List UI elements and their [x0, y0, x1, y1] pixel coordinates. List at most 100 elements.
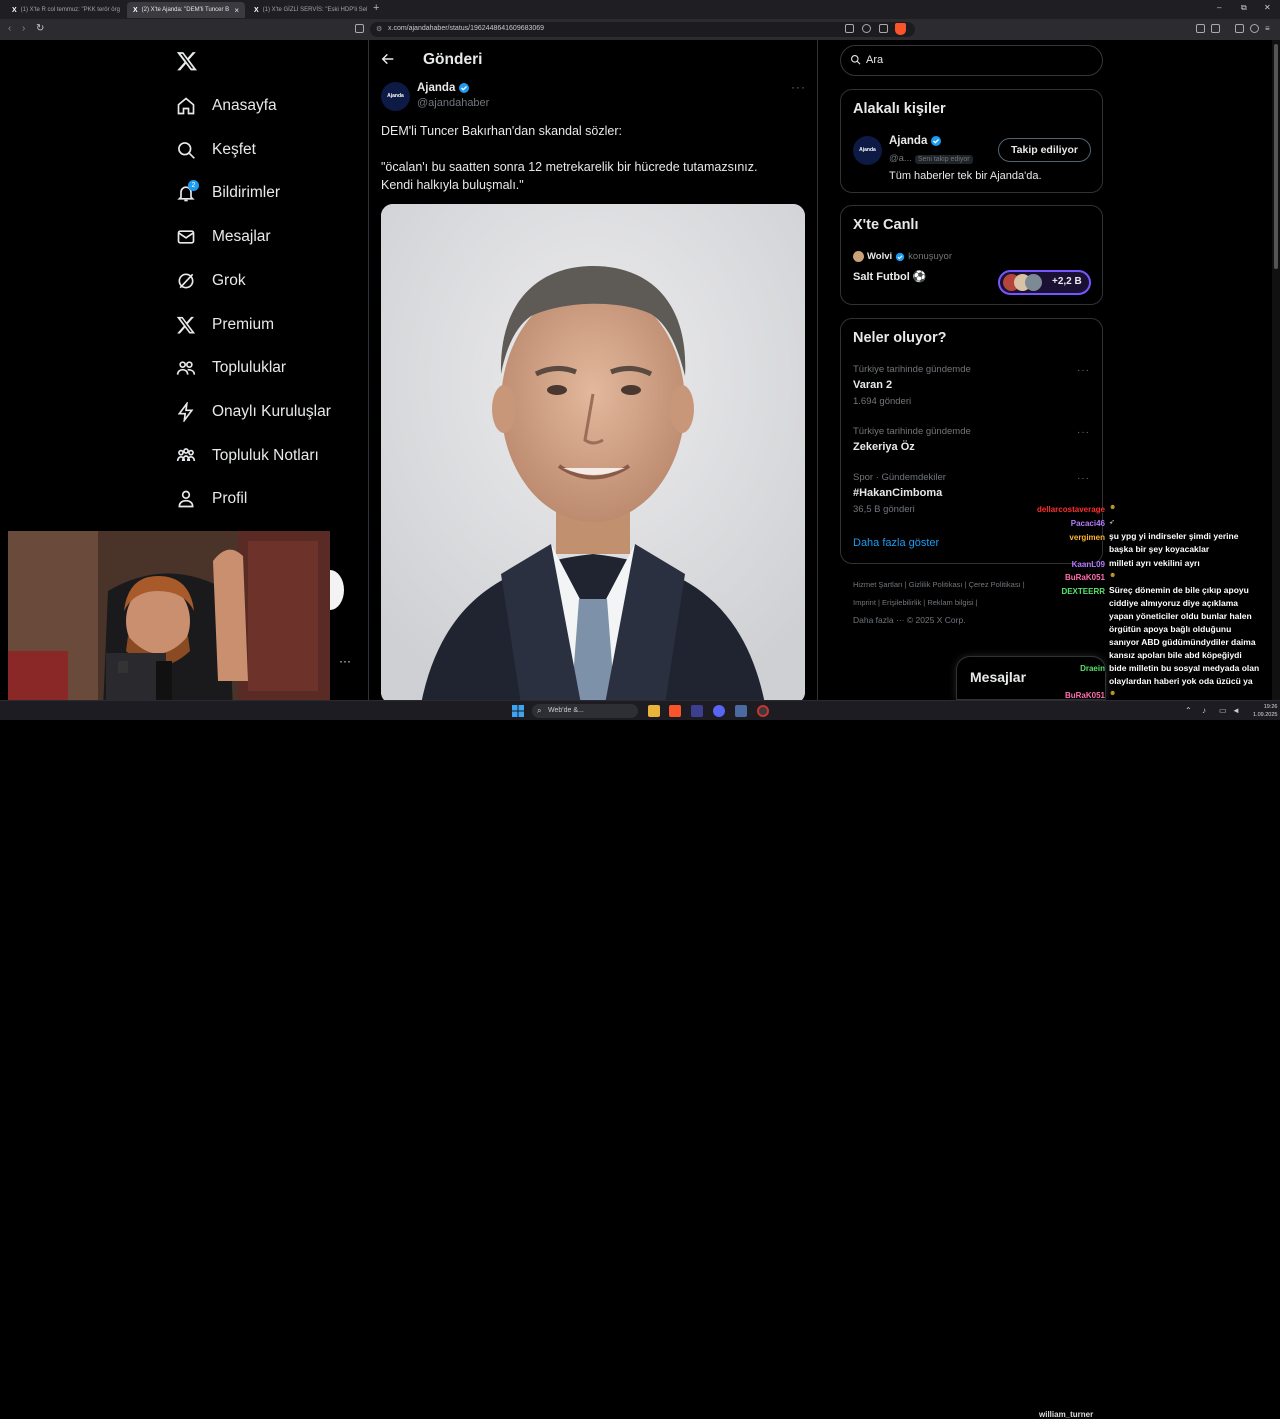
sidebar-item-profile[interactable]: Profil — [176, 485, 247, 513]
live-host[interactable]: Wolvi konuşuyor — [853, 251, 952, 262]
file-explorer-icon[interactable] — [648, 705, 660, 717]
trend-more-icon[interactable]: ··· — [1077, 473, 1090, 484]
sidebar-item-grok[interactable]: Grok — [176, 267, 246, 295]
maximize-button[interactable]: ⧉ — [1241, 3, 1247, 13]
search-icon — [176, 140, 196, 160]
search-input[interactable]: Ara — [866, 54, 883, 66]
chat-message: yapan yöneticiler oldu bunlar halen — [1109, 611, 1252, 621]
show-more-link[interactable]: Daha fazla göster — [853, 537, 939, 549]
back-nav-icon[interactable]: ‹ — [8, 23, 11, 34]
trend-name[interactable]: #HakanCimboma — [853, 487, 942, 499]
steam-icon[interactable] — [735, 705, 747, 717]
follows-you-badge: Seni takip ediyor — [914, 155, 973, 164]
search-box[interactable]: Ara — [840, 45, 1103, 76]
sidebar-item-verified-orgs[interactable]: Onaylı Kuruluşlar — [176, 398, 331, 426]
back-arrow-icon[interactable] — [380, 51, 396, 67]
divider — [817, 40, 818, 700]
related-name[interactable]: Ajanda — [889, 135, 942, 147]
footer-links[interactable]: Imprint | Erişilebilirlik | Reklam bilgi… — [853, 598, 978, 607]
extensions-icon[interactable] — [1196, 24, 1205, 33]
search-icon: ⌕ — [537, 706, 542, 715]
browser-tab[interactable]: X (1) X'te R col temmuz: "PKK terör örg — [6, 2, 126, 18]
trend-more-icon[interactable]: ··· — [1077, 427, 1090, 438]
account-more-icon[interactable]: ··· — [339, 654, 351, 668]
close-tab-icon[interactable]: × — [234, 6, 239, 15]
post-image[interactable] — [381, 204, 805, 704]
browser-tab-active[interactable]: X (2) X'te Ajanda: "DEM'li Tuncer B × — [127, 2, 245, 18]
volume-icon[interactable]: ◄ — [1232, 706, 1240, 715]
microphone-icon[interactable]: ♪ — [1202, 706, 1206, 715]
chat-message: Süreç dönemin de bile çıkıp apoyu — [1109, 585, 1249, 595]
chat-message: bide milletin bu sosyal medyada olan — [1109, 663, 1260, 673]
x-logo-icon[interactable] — [176, 50, 198, 72]
author-name[interactable]: Ajanda — [417, 82, 470, 94]
obs-icon[interactable] — [757, 705, 769, 717]
sidebar-item-explore[interactable]: Keşfet — [176, 136, 256, 164]
trends-card: Neler oluyor? Türkiye tarihinde gündemde… — [840, 318, 1103, 564]
chat-username: BuRaK051 — [1064, 691, 1105, 700]
live-join-button[interactable]: +2,2 B — [998, 270, 1091, 295]
scrollbar-thumb[interactable] — [1274, 44, 1278, 269]
chat-message: ciddiye almıyoruz diye açıklama — [1109, 598, 1238, 608]
close-window-button[interactable]: ✕ — [1264, 3, 1271, 12]
verified-badge-icon — [458, 82, 470, 94]
brave-browser-icon[interactable] — [669, 705, 681, 717]
related-handle: @a... Seni takip ediyor — [889, 153, 973, 164]
wallet-icon[interactable] — [1211, 24, 1220, 33]
author-avatar[interactable]: Ajanda — [381, 82, 410, 111]
chat-username: KaanL09 — [1071, 560, 1105, 569]
taskbar-clock[interactable]: 19:26 1.09.2025 — [1253, 703, 1277, 719]
post-more-icon[interactable]: ··· — [791, 80, 806, 94]
share-icon[interactable] — [879, 24, 888, 33]
streamer-name: william_turner — [1039, 1410, 1094, 1419]
post-text-line: "öcalan'ı bu saatten sonra 12 metrekarel… — [381, 160, 758, 174]
cast-icon[interactable] — [845, 24, 854, 33]
discord-icon[interactable] — [713, 705, 725, 717]
tray-chevron-icon[interactable]: ⌃ — [1185, 706, 1192, 715]
avatar[interactable]: Ajanda — [853, 136, 882, 165]
trend-more-icon[interactable]: ··· — [1077, 365, 1090, 376]
chat-username: Pacaci46 — [1070, 519, 1105, 528]
new-tab-button[interactable]: + — [373, 2, 379, 14]
card-title: Neler oluyor? — [853, 330, 947, 346]
divider — [368, 40, 369, 700]
minimize-button[interactable]: – — [1217, 3, 1221, 12]
footer-links[interactable]: Hizmet Şartları | Gizlilik Politikası | … — [853, 580, 1025, 589]
app-icon[interactable] — [691, 705, 703, 717]
network-icon[interactable]: ▭ — [1219, 706, 1227, 715]
bookmark-icon[interactable] — [355, 24, 364, 33]
trend-name[interactable]: Zekeriya Öz — [853, 441, 915, 453]
grok-icon — [176, 271, 196, 291]
brave-shield-icon[interactable] — [895, 23, 906, 35]
sidebar-item-notifications[interactable]: 2 Bildirimler — [176, 179, 280, 207]
sidebar-item-messages[interactable]: Mesajlar — [176, 223, 271, 251]
chat-message: olaylardan haberi yok oda üzücü ya — [1109, 676, 1253, 686]
browser-tab[interactable]: X (1) X'te GİZLİ SERVİS: "Eski HDP'li Sel — [248, 2, 368, 18]
sidebar-item-communities[interactable]: Topluluklar — [176, 354, 286, 382]
sidebar-item-home[interactable]: Anasayfa — [176, 92, 277, 120]
mail-icon — [176, 227, 196, 247]
sidebar-item-community-notes[interactable]: Topluluk Notları — [176, 442, 319, 470]
reload-icon[interactable]: ↻ — [36, 23, 44, 34]
post-text-line: Kendi halkıyla buluşmalı." — [381, 178, 524, 192]
sidebar-toggle-icon[interactable] — [1235, 24, 1244, 33]
forward-nav-icon[interactable]: › — [22, 23, 25, 34]
trend-name[interactable]: Varan 2 — [853, 379, 892, 391]
footer-links[interactable]: Daha fazla ··· © 2025 X Corp. — [853, 615, 966, 625]
windows-start-icon[interactable] — [512, 705, 524, 717]
live-topic[interactable]: Salt Futbol ⚽ — [853, 270, 927, 283]
vpn-icon[interactable] — [1250, 24, 1259, 33]
sidebar-item-premium[interactable]: Premium — [176, 311, 274, 339]
related-people-card: Alakalı kişiler Ajanda Ajanda @a... Seni … — [840, 89, 1103, 193]
x-icon — [176, 315, 196, 335]
verified-badge-icon — [930, 135, 942, 147]
taskbar-search[interactable]: ⌕ Web'de &... — [532, 704, 638, 718]
avatar — [1025, 274, 1042, 291]
author-handle[interactable]: @ajandahaber — [417, 97, 489, 109]
avatar — [853, 251, 864, 262]
site-info-icon[interactable]: ⚙ — [376, 25, 382, 33]
menu-icon[interactable]: ≡ — [1265, 24, 1274, 33]
url-input[interactable]: ⚙ x.com/ajandahaber/status/19624486416096… — [370, 22, 915, 37]
following-button[interactable]: Takip ediliyor — [998, 138, 1091, 162]
zoom-icon[interactable] — [862, 24, 871, 33]
